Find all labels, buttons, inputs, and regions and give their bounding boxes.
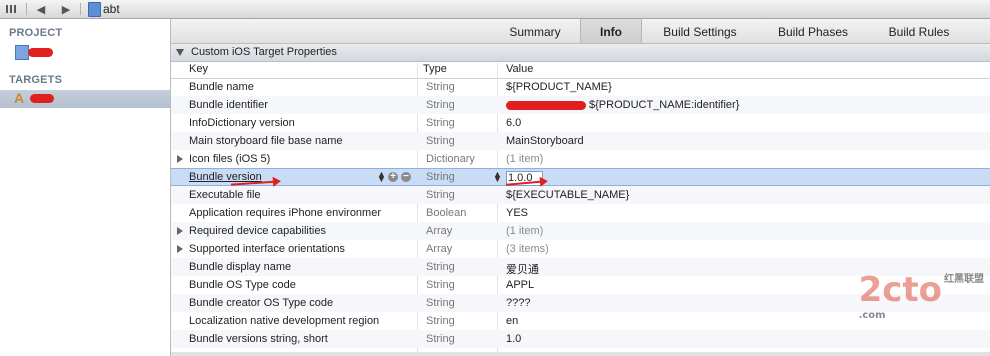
related-items-grid-icon[interactable]: [5, 2, 17, 16]
row-value[interactable]: 爱贝通: [506, 261, 539, 277]
section-title: Custom iOS Target Properties: [191, 46, 337, 58]
tab-summary[interactable]: Summary: [501, 19, 569, 43]
row-type: String: [426, 99, 455, 111]
row-key: InfoDictionary version: [189, 117, 295, 129]
disclosure-closed-icon[interactable]: [177, 245, 183, 253]
row-key: Main storyboard file base name: [189, 135, 343, 147]
row-value: (1 item): [506, 153, 544, 165]
add-row-icon[interactable]: +: [388, 172, 398, 182]
type-stepper-icon[interactable]: ▲ ▼: [493, 170, 502, 184]
column-headers: Key Type Value: [171, 62, 990, 79]
table-row[interactable]: InfoDictionary version String 6.0: [171, 114, 990, 132]
row-value[interactable]: APPL: [506, 279, 534, 291]
forward-arrow-icon[interactable]: ▶: [61, 2, 71, 16]
row-value: (1 item): [506, 225, 544, 237]
row-value[interactable]: YES: [506, 207, 528, 219]
tab-build-phases[interactable]: Build Phases: [763, 19, 863, 43]
row-key: Localization native development region: [189, 315, 380, 327]
disclosure-closed-icon[interactable]: [177, 227, 183, 235]
row-value[interactable]: ????: [506, 297, 530, 309]
row-type: String: [426, 261, 455, 273]
row-key: Executable file: [189, 189, 261, 201]
project-heading: PROJECT: [9, 27, 63, 39]
row-type: String: [426, 189, 455, 201]
section-header[interactable]: Custom iOS Target Properties: [171, 44, 990, 62]
breadcrumb[interactable]: abt: [103, 2, 120, 16]
column-value[interactable]: Value: [506, 63, 533, 75]
redaction-mark: [30, 94, 54, 103]
table-row[interactable]: Main storyboard file base name String Ma…: [171, 132, 990, 150]
row-type: String: [426, 117, 455, 129]
row-value[interactable]: ${PRODUCT_NAME}: [506, 81, 612, 93]
row-type: Dictionary: [426, 153, 475, 165]
table-row[interactable]: Icon files (iOS 5) Dictionary (1 item): [171, 150, 990, 168]
app-target-icon: A: [14, 90, 25, 106]
watermark-logo: 2cto 红黑联盟 .com: [858, 270, 984, 321]
divider: [80, 3, 81, 15]
table-row[interactable]: Bundle name String ${PRODUCT_NAME}: [171, 78, 990, 96]
target-editor: Summary Info Build Settings Build Phases…: [171, 19, 990, 356]
tab-info[interactable]: Info: [580, 19, 642, 43]
row-type: Array: [426, 225, 453, 237]
sidebar-item-target[interactable]: A: [0, 90, 170, 108]
row-key: Bundle name: [189, 81, 254, 93]
row-value[interactable]: 6.0: [506, 117, 521, 129]
row-value[interactable]: MainStoryboard: [506, 135, 584, 147]
table-row[interactable]: Application requires iPhone environmer B…: [171, 204, 990, 222]
row-type: Boolean: [426, 207, 467, 219]
tab-build-settings[interactable]: Build Settings: [650, 19, 750, 43]
row-key: Bundle display name: [189, 261, 292, 273]
redaction-mark: [28, 48, 53, 57]
divider: [26, 3, 27, 15]
key-stepper-icon[interactable]: ▲ ▼: [377, 170, 386, 184]
editor-tabs: Summary Info Build Settings Build Phases…: [171, 19, 990, 44]
disclosure-closed-icon[interactable]: [177, 155, 183, 163]
row-value: (3 items): [506, 243, 549, 255]
table-row[interactable]: Required device capabilities Array (1 it…: [171, 222, 990, 240]
row-key: Bundle creator OS Type code: [189, 297, 334, 309]
row-key: Icon files (iOS 5): [189, 153, 271, 165]
row-type: String: [426, 135, 455, 147]
row-value[interactable]: ${PRODUCT_NAME:identifier}: [589, 99, 739, 111]
row-type: String: [426, 297, 455, 309]
row-value[interactable]: en: [506, 315, 518, 327]
table-row[interactable]: Bundle identifier String ${PRODUCT_NAME:…: [171, 96, 990, 114]
scrollbar-track[interactable]: [171, 352, 990, 356]
row-key: Required device capabilities: [189, 225, 326, 237]
row-type: String: [426, 81, 455, 93]
row-key[interactable]: Bundle version: [189, 171, 401, 183]
row-key: Bundle OS Type code: [189, 279, 296, 291]
row-key: Application requires iPhone environmer: [189, 207, 381, 219]
column-type[interactable]: Type: [423, 63, 447, 75]
remove-row-icon[interactable]: −: [401, 172, 411, 182]
row-value[interactable]: ${EXECUTABLE_NAME}: [506, 189, 629, 201]
table-row[interactable]: Executable file String ${EXECUTABLE_NAME…: [171, 186, 990, 204]
row-type: String: [426, 279, 455, 291]
sidebar-item-project[interactable]: [0, 43, 170, 61]
project-icon: [15, 45, 29, 60]
row-type: String: [426, 315, 455, 327]
tab-build-rules[interactable]: Build Rules: [871, 19, 967, 43]
row-type: String: [426, 333, 455, 345]
redaction-mark: [506, 101, 586, 110]
navigation-bar: ◀ ▶ abt: [0, 0, 990, 19]
row-key: Supported interface orientations: [189, 243, 345, 255]
table-row[interactable]: Supported interface orientations Array (…: [171, 240, 990, 258]
project-sidebar: PROJECT TARGETS A: [0, 19, 171, 356]
column-key[interactable]: Key: [189, 63, 208, 75]
back-arrow-icon[interactable]: ◀: [36, 2, 46, 16]
targets-heading: TARGETS: [9, 74, 63, 86]
table-row-selected[interactable]: Bundle version ▲ ▼ + − String ▲ ▼ 1.0.0: [171, 168, 990, 186]
row-key: Bundle versions string, short: [189, 333, 328, 345]
row-type: String: [426, 171, 455, 183]
disclosure-open-icon[interactable]: [176, 49, 184, 56]
row-value[interactable]: 1.0: [506, 333, 521, 345]
project-file-icon: [88, 2, 101, 17]
row-key: Bundle identifier: [189, 99, 268, 111]
row-type: Array: [426, 243, 453, 255]
